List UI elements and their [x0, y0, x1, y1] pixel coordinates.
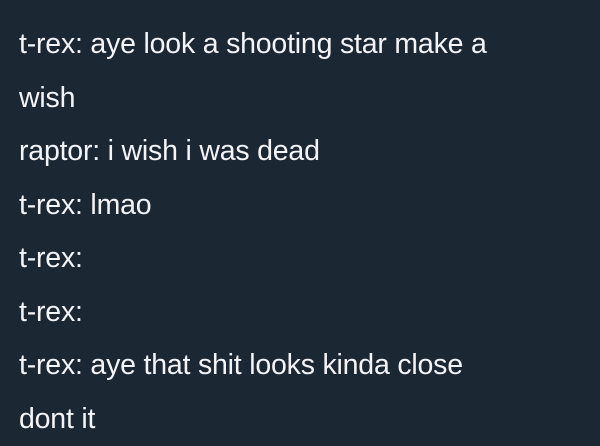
text-line-4: t-rex: lmao — [19, 179, 600, 233]
text-line-1: t-rex: aye look a shooting star make a — [19, 18, 600, 72]
text-line-2: wish — [19, 72, 600, 126]
text-line-8: dont it — [19, 393, 600, 446]
text-line-7: t-rex: aye that shit looks kinda close — [19, 339, 600, 393]
text-line-6: t-rex: — [19, 286, 600, 340]
tweet-text-screenshot: t-rex: aye look a shooting star make a w… — [0, 0, 600, 414]
text-line-3: raptor: i wish i was dead — [19, 125, 600, 179]
text-line-5: t-rex: — [19, 232, 600, 286]
